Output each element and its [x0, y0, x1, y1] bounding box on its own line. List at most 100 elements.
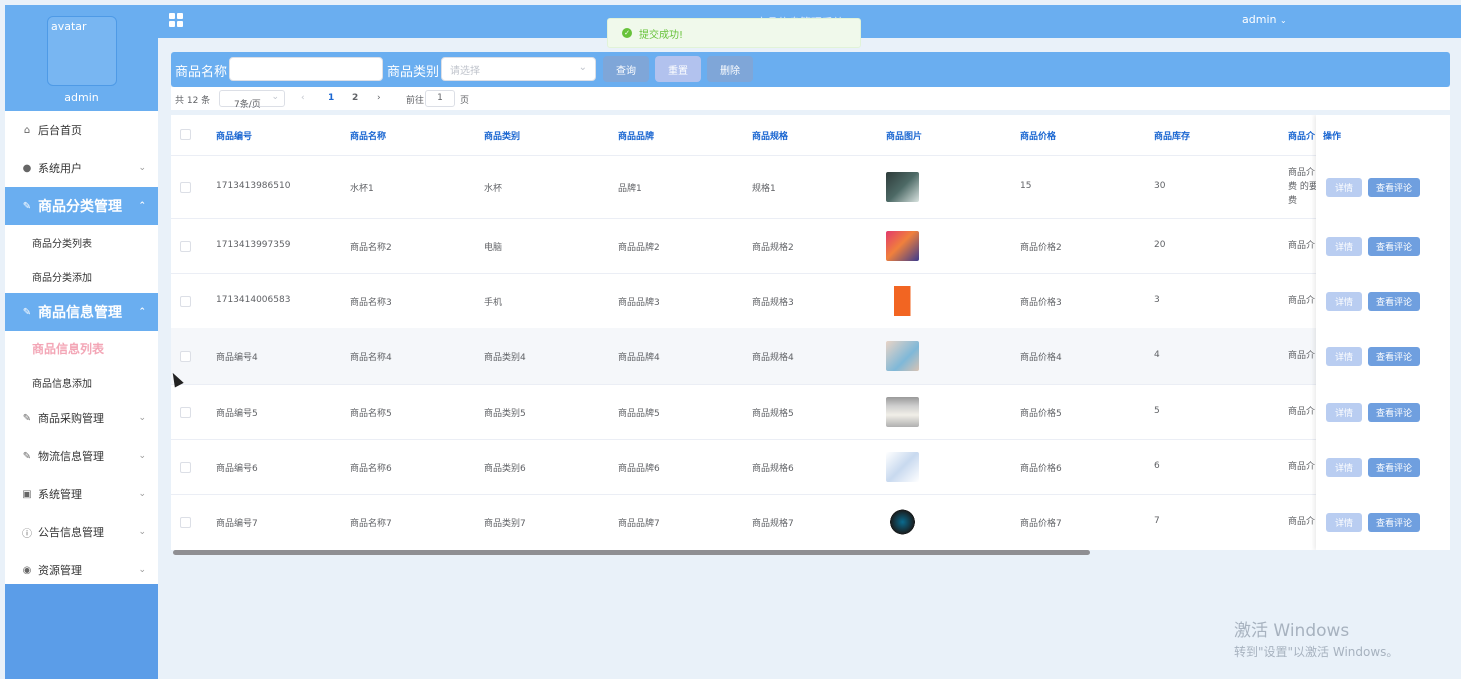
cell-intro: 商品介	[1288, 349, 1315, 363]
phone-image[interactable]	[886, 285, 919, 316]
page-2[interactable]: 2	[352, 93, 358, 103]
category-select[interactable]: 请选择 ⌄	[441, 57, 596, 81]
cell-id: 商品编号6	[216, 463, 258, 474]
detail-button[interactable]: 详情	[1326, 236, 1362, 256]
cup-image[interactable]	[886, 171, 919, 202]
phone-hand-image[interactable]	[886, 341, 919, 371]
row-checkbox[interactable]	[180, 517, 191, 528]
goods-table: 商品编号 商品名称 商品类别 商品品牌 商品规格 商品图片 商品价格 商品库存 …	[171, 115, 1450, 550]
user-dropdown[interactable]: admin ⌄	[1242, 13, 1287, 26]
chevron-down-icon: ⌄	[138, 413, 146, 423]
table-row[interactable]: 1713414006583 商品名称3 手机 商品品牌3 商品规格3 商品价格3 3 商品介	[171, 273, 1450, 329]
cell-name: 商品名称2	[350, 242, 392, 253]
windows-watermark: 激活 Windows 转到"设置"以激活 Windows。	[1234, 616, 1398, 660]
sidebar: avatar admin ⌂ 后台首页 ● 系统用户 ⌄ ✎ 商品分类管理 ⌃ …	[5, 5, 158, 679]
device-image[interactable]	[886, 507, 919, 537]
detail-button[interactable]: 详情	[1326, 513, 1362, 532]
column-header[interactable]: 商品介	[1288, 129, 1315, 142]
intro-line: 费 的要	[1288, 181, 1318, 192]
table-row[interactable]: 商品编号6 商品名称6 商品类别6 商品品牌6 商品规格6 商品价格6 6 商品介	[171, 439, 1450, 495]
sidebar-item-home[interactable]: ⌂ 后台首页	[5, 111, 158, 149]
pagination: 共 12 条 7条/页 ⌄ ‹ 1 2 › 前往 1 页	[171, 87, 1450, 110]
page-1[interactable]: 1	[328, 93, 334, 103]
view-comments-button[interactable]: 查看评论	[1368, 236, 1420, 256]
sidebar-item-category-add[interactable]: 商品分类添加	[5, 259, 158, 293]
operation-column: 操作 详情 查看评论 详情 查看评论 详情 查看评论 详情 查看评论 详情 查看评论 详情 查看评论详…	[1316, 115, 1450, 550]
sidebar-item-notice[interactable]: ⓘ 公告信息管理 ⌄	[5, 513, 158, 551]
prev-page-icon[interactable]: ‹	[301, 93, 305, 103]
column-header[interactable]: 商品图片	[886, 129, 922, 142]
row-checkbox[interactable]	[180, 351, 191, 362]
table-row[interactable]: 1713413997359 商品名称2 电脑 商品品牌2 商品规格2 商品价格2 20 商品介	[171, 218, 1450, 274]
avatar[interactable]: avatar	[47, 16, 117, 86]
cell-category: 手机	[484, 297, 503, 308]
cell-name: 商品名称7	[350, 519, 392, 529]
sidebar-group-category[interactable]: ✎ 商品分类管理 ⌃	[5, 187, 158, 225]
detail-button[interactable]: 详情	[1326, 291, 1362, 311]
cell-stock: 3	[1154, 294, 1160, 305]
cell-intro: 商品介	[1288, 460, 1315, 474]
reset-button[interactable]: 重置	[655, 56, 701, 82]
sidebar-item-system[interactable]: ▣ 系统管理 ⌄	[5, 475, 158, 513]
laptop-image[interactable]	[886, 230, 919, 261]
cell-stock: 20	[1154, 239, 1166, 250]
goto-page-input[interactable]: 1	[425, 90, 455, 107]
cell-category: 商品类别7	[484, 519, 526, 529]
view-comments-button[interactable]: 查看评论	[1368, 177, 1420, 197]
select-all-checkbox[interactable]	[180, 129, 191, 140]
edit-icon: ✎	[22, 200, 32, 212]
table-row[interactable]: 商品编号7 商品名称7 商品类别7 商品品牌7 商品规格7 商品价格7 7 商品介	[171, 494, 1450, 550]
view-comments-button[interactable]: 查看评论	[1368, 291, 1420, 311]
page-size-select[interactable]: 7条/页 ⌄	[219, 90, 285, 110]
detail-button[interactable]: 详情	[1326, 347, 1362, 366]
cell-id: 1713414006583	[216, 294, 291, 305]
table-row[interactable]: 商品编号5 商品名称5 商品类别5 商品品牌5 商品规格5 商品价格5 5 商品介	[171, 384, 1450, 440]
sidebar-item-users[interactable]: ● 系统用户 ⌄	[5, 149, 158, 187]
cell-brand: 商品品牌3	[618, 297, 660, 308]
view-comments-button[interactable]: 查看评论	[1368, 457, 1420, 477]
sidebar-item-purchase[interactable]: ✎ 商品采购管理 ⌄	[5, 399, 158, 437]
rack-image[interactable]	[886, 451, 919, 482]
row-checkbox[interactable]	[180, 295, 191, 307]
sidebar-item-goods-list[interactable]: 商品信息列表	[5, 331, 158, 365]
detail-button[interactable]: 详情	[1326, 457, 1362, 477]
filter-bar: 商品名称 商品类别 请选择 ⌄ 查询 重置 删除	[171, 52, 1450, 87]
view-comments-button[interactable]: 查看评论	[1368, 513, 1420, 532]
intro-line: 费	[1288, 195, 1298, 206]
column-header[interactable]: 商品名称	[350, 129, 386, 142]
view-comments-button[interactable]: 查看评论	[1368, 402, 1420, 422]
sidebar-item-logistics[interactable]: ✎ 物流信息管理 ⌄	[5, 437, 158, 475]
cell-id: 1713413997359	[216, 239, 291, 250]
menu-toggle-icon[interactable]	[169, 13, 183, 27]
row-checkbox[interactable]	[180, 181, 191, 193]
sidebar-item-goods-add[interactable]: 商品信息添加	[5, 365, 158, 399]
detail-button[interactable]: 详情	[1326, 402, 1362, 422]
horizontal-scrollbar[interactable]	[173, 550, 1090, 555]
sidebar-group-goods[interactable]: ✎ 商品信息管理 ⌃	[5, 293, 158, 331]
cell-price: 15	[1020, 180, 1032, 191]
column-header[interactable]: 商品编号	[216, 129, 252, 142]
column-header[interactable]: 商品价格	[1020, 129, 1056, 142]
column-header[interactable]: 商品规格	[752, 129, 788, 142]
cell-price: 商品价格7	[1020, 519, 1062, 529]
sidebar-item-category-list[interactable]: 商品分类列表	[5, 225, 158, 259]
row-checkbox[interactable]	[180, 240, 191, 252]
query-button[interactable]: 查询	[603, 56, 649, 82]
cell-price: 商品价格3	[1020, 297, 1062, 308]
name-input[interactable]	[229, 57, 383, 81]
bag-image[interactable]	[886, 396, 919, 427]
next-page-icon[interactable]: ›	[377, 93, 381, 103]
view-comments-button[interactable]: 查看评论	[1368, 347, 1420, 366]
column-header[interactable]: 商品类别	[484, 129, 520, 142]
row-checkbox[interactable]	[180, 461, 191, 473]
column-header[interactable]: 商品库存	[1154, 129, 1190, 142]
sidebar-item-label: 系统管理	[38, 488, 82, 501]
detail-button[interactable]: 详情	[1326, 177, 1362, 197]
chevron-up-icon: ⌃	[138, 307, 146, 317]
table-row[interactable]: 1713413986510 水杯1 水杯 品牌1 规格1 15 30 商品介费 的要费	[171, 155, 1450, 219]
delete-button[interactable]: 删除	[707, 56, 753, 82]
table-row[interactable]: 商品编号4 商品名称4 商品类别4 商品品牌4 商品规格4 商品价格4 4 商品介	[171, 328, 1450, 385]
row-checkbox[interactable]	[180, 406, 191, 418]
column-header[interactable]: 商品品牌	[618, 129, 654, 142]
sidebar-item-label: 公告信息管理	[38, 526, 104, 539]
